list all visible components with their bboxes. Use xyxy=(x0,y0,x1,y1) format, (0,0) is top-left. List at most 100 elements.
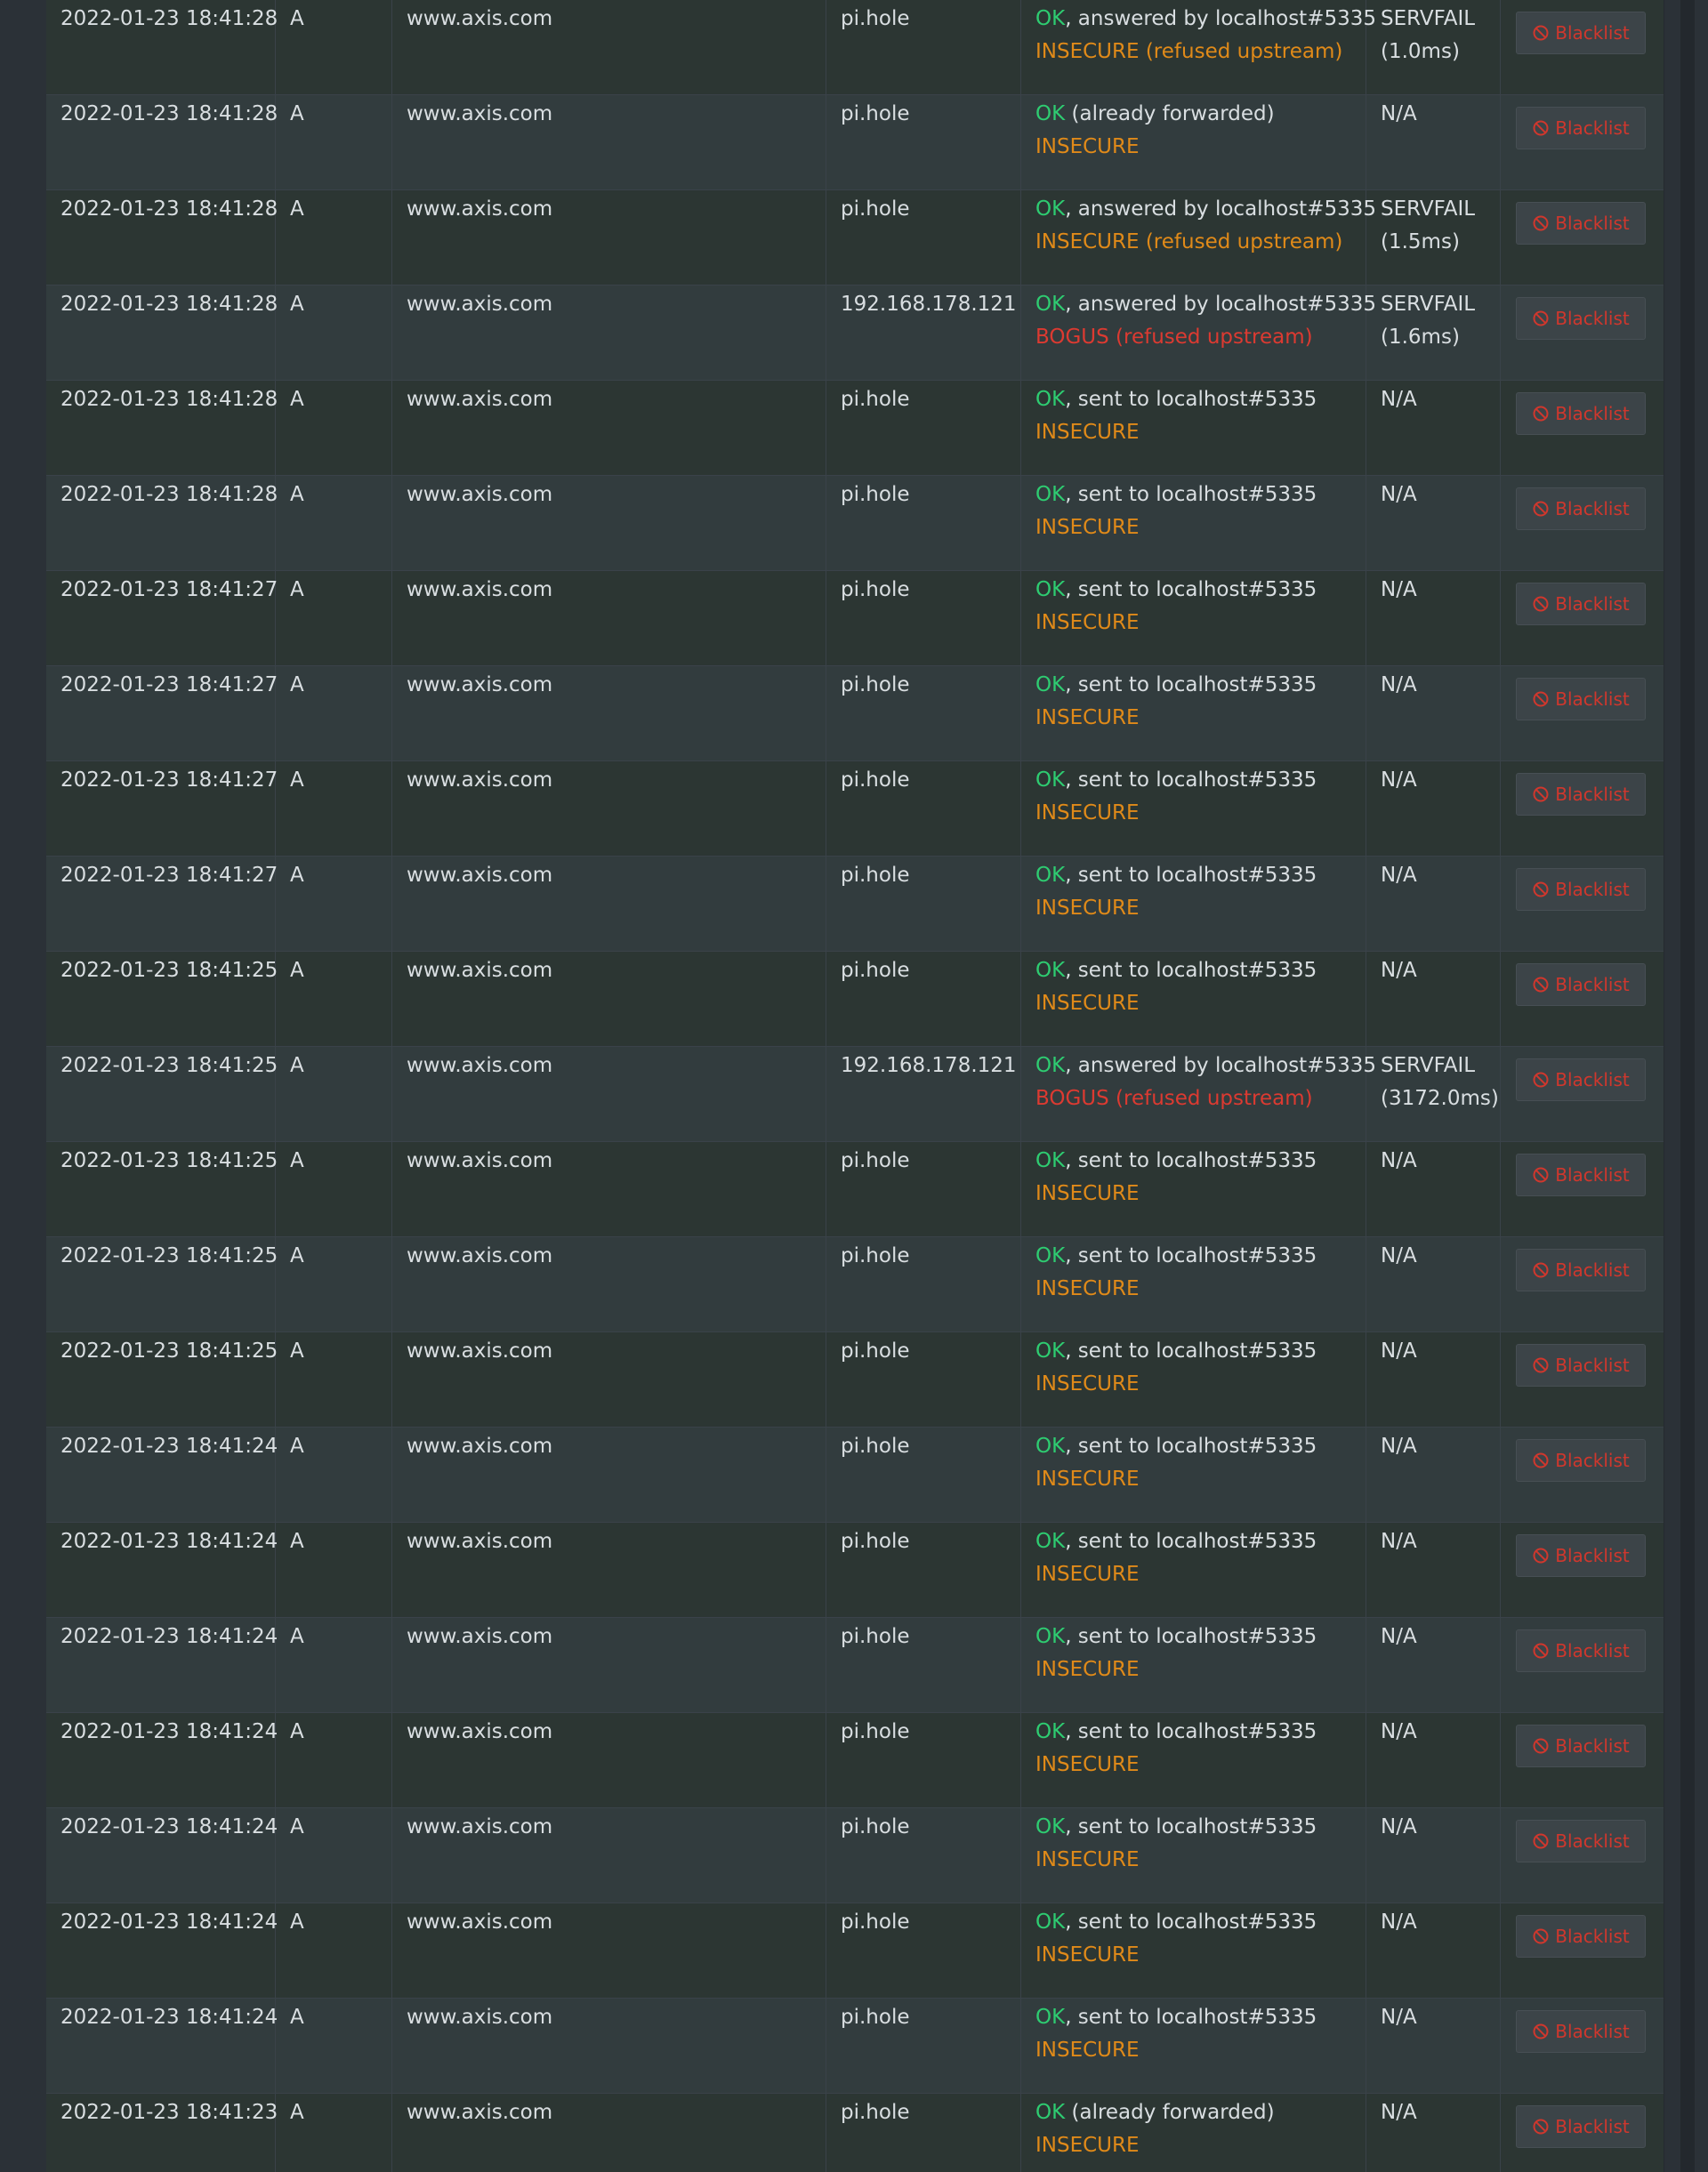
dnssec-status: INSECURE xyxy=(1035,421,1140,444)
reply-time: (3172.0ms) xyxy=(1381,1087,1499,1110)
query-log-table: 2022-01-23 18:41:28 A www.axis.com pi.ho… xyxy=(46,0,1664,2172)
blacklist-button[interactable]: Blacklist xyxy=(1516,2105,1646,2148)
blacklist-button[interactable]: Blacklist xyxy=(1516,107,1646,149)
domain-cell: www.axis.com xyxy=(392,1808,826,1903)
type-cell: A xyxy=(276,1999,392,2093)
scrollbar-track[interactable] xyxy=(1680,0,1695,2172)
blacklist-button[interactable]: Blacklist xyxy=(1516,1154,1646,1196)
blacklist-label: Blacklist xyxy=(1555,1926,1630,1947)
table-row: 2022-01-23 18:41:25 A www.axis.com 192.1… xyxy=(46,1047,1664,1142)
query-domain: www.axis.com xyxy=(407,1244,553,1267)
reply-cell: N/A xyxy=(1366,1523,1501,1617)
blacklist-label: Blacklist xyxy=(1555,403,1630,424)
right-frame xyxy=(1664,0,1708,2172)
blacklist-button[interactable]: Blacklist xyxy=(1516,1439,1646,1482)
dnssec-status: INSECURE xyxy=(1035,992,1140,1015)
status-ok: OK xyxy=(1035,102,1066,125)
reply-type: SERVFAIL xyxy=(1381,293,1476,316)
blacklist-button[interactable]: Blacklist xyxy=(1516,1058,1646,1101)
status-detail: , sent to localhost#5335 xyxy=(1065,1911,1317,1934)
blacklist-button[interactable]: Blacklist xyxy=(1516,392,1646,435)
blacklist-button[interactable]: Blacklist xyxy=(1516,1534,1646,1577)
query-domain: www.axis.com xyxy=(407,1530,553,1553)
reply-type: SERVFAIL xyxy=(1381,1054,1476,1077)
status-cell: OK, sent to localhost#5335 INSECURE xyxy=(1021,381,1366,475)
action-cell: Blacklist xyxy=(1501,1142,1664,1236)
action-cell: Blacklist xyxy=(1501,286,1664,380)
client-cell: pi.hole xyxy=(826,1999,1021,2093)
client-cell: pi.hole xyxy=(826,381,1021,475)
table-row: 2022-01-23 18:41:25 A www.axis.com pi.ho… xyxy=(46,952,1664,1047)
status-cell: OK, answered by localhost#5335 BOGUS (re… xyxy=(1021,1047,1376,1141)
blacklist-button[interactable]: Blacklist xyxy=(1516,1725,1646,1767)
blacklist-button[interactable]: Blacklist xyxy=(1516,12,1646,54)
status-ok: OK xyxy=(1035,1339,1066,1363)
blacklist-button[interactable]: Blacklist xyxy=(1516,1915,1646,1958)
reply-type: N/A xyxy=(1381,578,1417,601)
blacklist-button[interactable]: Blacklist xyxy=(1516,678,1646,720)
domain-cell: www.axis.com xyxy=(392,1713,826,1807)
action-cell: Blacklist xyxy=(1501,571,1664,665)
query-client: pi.hole xyxy=(841,1530,910,1553)
action-cell: Blacklist xyxy=(1501,381,1664,475)
blacklist-button[interactable]: Blacklist xyxy=(1516,1629,1646,1672)
status-cell: OK (already forwarded) INSECURE xyxy=(1021,2094,1366,2172)
action-cell: Blacklist xyxy=(1501,476,1664,570)
table-row: 2022-01-23 18:41:24 A www.axis.com pi.ho… xyxy=(46,1713,1664,1808)
blacklist-button[interactable]: Blacklist xyxy=(1516,2010,1646,2053)
query-time: 2022-01-23 18:41:28 xyxy=(60,197,278,221)
ban-icon xyxy=(1533,120,1549,136)
status-detail: , sent to localhost#5335 xyxy=(1065,1339,1317,1363)
client-cell: 192.168.178.121 xyxy=(826,1047,1021,1141)
blacklist-button[interactable]: Blacklist xyxy=(1516,1249,1646,1291)
table-row: 2022-01-23 18:41:28 A www.axis.com pi.ho… xyxy=(46,0,1664,95)
status-detail: , sent to localhost#5335 xyxy=(1065,864,1317,887)
query-domain: www.axis.com xyxy=(407,388,553,411)
blacklist-button[interactable]: Blacklist xyxy=(1516,297,1646,340)
status-ok: OK xyxy=(1035,2101,1066,2124)
status-cell: OK, answered by localhost#5335 BOGUS (re… xyxy=(1021,286,1376,380)
table-row: 2022-01-23 18:41:25 A www.axis.com pi.ho… xyxy=(46,1142,1664,1237)
blacklist-button[interactable]: Blacklist xyxy=(1516,583,1646,625)
time-cell: 2022-01-23 18:41:27 xyxy=(46,857,278,951)
status-cell: OK, answered by localhost#5335 INSECURE … xyxy=(1021,0,1376,94)
status-ok: OK xyxy=(1035,293,1066,316)
dnssec-status: INSECURE xyxy=(1035,801,1140,825)
blacklist-button[interactable]: Blacklist xyxy=(1516,487,1646,530)
dnssec-status: INSECURE xyxy=(1035,1753,1140,1776)
blacklist-label: Blacklist xyxy=(1555,784,1630,805)
domain-cell: www.axis.com xyxy=(392,1332,826,1427)
table-row: 2022-01-23 18:41:27 A www.axis.com pi.ho… xyxy=(46,666,1664,761)
blacklist-button[interactable]: Blacklist xyxy=(1516,868,1646,911)
type-cell: A xyxy=(276,1332,392,1427)
query-domain: www.axis.com xyxy=(407,2101,553,2124)
reply-time: (1.0ms) xyxy=(1381,40,1460,63)
blacklist-button[interactable]: Blacklist xyxy=(1516,202,1646,245)
blacklist-label: Blacklist xyxy=(1555,1259,1630,1281)
client-cell: pi.hole xyxy=(826,1903,1021,1998)
blacklist-button[interactable]: Blacklist xyxy=(1516,1344,1646,1387)
blacklist-button[interactable]: Blacklist xyxy=(1516,1820,1646,1862)
type-cell: A xyxy=(276,1047,392,1141)
type-cell: A xyxy=(276,476,392,570)
query-time: 2022-01-23 18:41:24 xyxy=(60,1625,278,1648)
blacklist-button[interactable]: Blacklist xyxy=(1516,773,1646,816)
type-cell: A xyxy=(276,381,392,475)
query-time: 2022-01-23 18:41:27 xyxy=(60,864,278,887)
query-type: A xyxy=(290,388,304,411)
reply-cell: N/A xyxy=(1366,571,1501,665)
type-cell: A xyxy=(276,1428,392,1522)
ban-icon xyxy=(1533,1167,1549,1183)
status-detail: , sent to localhost#5335 xyxy=(1065,1149,1317,1172)
type-cell: A xyxy=(276,571,392,665)
blacklist-label: Blacklist xyxy=(1555,1164,1630,1186)
query-type: A xyxy=(290,578,304,601)
reply-cell: N/A xyxy=(1366,952,1501,1046)
table-row: 2022-01-23 18:41:28 A www.axis.com pi.ho… xyxy=(46,381,1664,476)
dnssec-status: INSECURE xyxy=(1035,897,1140,920)
blacklist-button[interactable]: Blacklist xyxy=(1516,963,1646,1006)
query-client: pi.hole xyxy=(841,959,910,982)
client-cell: pi.hole xyxy=(826,761,1021,856)
reply-time: (1.6ms) xyxy=(1381,326,1460,349)
reply-type: N/A xyxy=(1381,2101,1417,2124)
